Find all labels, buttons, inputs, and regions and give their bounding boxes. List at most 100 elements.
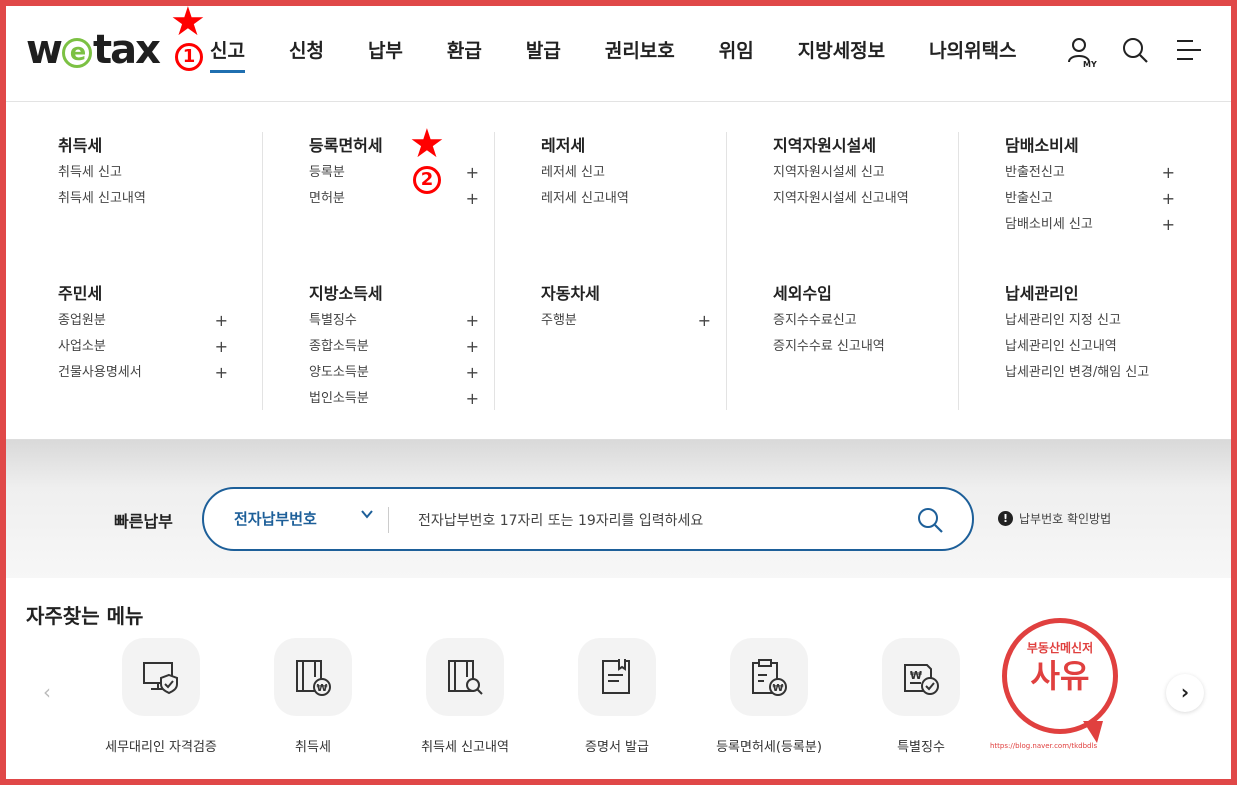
favorite-tile: ₩ xyxy=(274,638,352,716)
menu-item[interactable]: 특별징수 + xyxy=(309,308,479,334)
menu-column-4: 지역자원시설세 지역자원시설세 신고 지역자원시설세 신고내역 세외수입 증지수… xyxy=(726,132,958,410)
document-bookmark-icon xyxy=(602,659,630,694)
favorite-item-special-withholding[interactable]: ₩ 특별징수 xyxy=(846,638,996,755)
expand-plus-icon[interactable]: + xyxy=(698,308,711,334)
alert-icon: ! xyxy=(998,511,1013,526)
search-icon[interactable] xyxy=(916,506,944,534)
menu-column-5: 담배소비세 반출전신고 + 반출신고 + 담배소비세 신고 + 납세관리인 납세관리인… xyxy=(958,132,1190,410)
menu-column-1: 취득세 취득세 신고 취득세 신고내역 주민세 종업원분 + 사업소분 + 건물사용… xyxy=(12,132,244,410)
menu-item[interactable]: 레저세 신고내역 xyxy=(541,186,711,212)
expand-plus-icon[interactable]: + xyxy=(1162,160,1175,186)
svg-text:₩: ₩ xyxy=(316,683,327,694)
stamp-speech-tail xyxy=(1083,721,1103,743)
expand-plus-icon[interactable]: + xyxy=(215,308,228,334)
nav-item-apply[interactable]: 신청 xyxy=(289,36,324,76)
menu-item[interactable]: 납세관리인 변경/해임 신고 xyxy=(1005,360,1175,386)
menu-group-regional-resource-tax: 지역자원시설세 지역자원시설세 신고 지역자원시설세 신고내역 xyxy=(773,132,958,212)
menu-group-acquisition-tax: 취득세 취득세 신고 취득세 신고내역 xyxy=(58,132,244,212)
menu-item[interactable]: 반출전신고 + xyxy=(1005,160,1175,186)
menu-item[interactable]: 증지수수료신고 xyxy=(773,308,943,334)
carousel-prev-button[interactable]: ‹ xyxy=(28,674,66,712)
my-badge: MY xyxy=(1083,60,1097,69)
expand-plus-icon[interactable]: + xyxy=(466,334,479,360)
favorite-item-certificate[interactable]: 증명서 발급 xyxy=(542,638,692,755)
expand-plus-icon[interactable]: + xyxy=(466,160,479,186)
expand-plus-icon[interactable]: + xyxy=(1162,212,1175,238)
menu-group-non-tax-revenue: 세외수입 증지수수료신고 증지수수료 신고내역 xyxy=(773,280,943,360)
stamp-url-text: https://blog.naver.com/tkdbdls xyxy=(990,742,1098,750)
wetax-logo[interactable]: w e tax xyxy=(26,28,161,72)
favorite-item-acquisition-tax[interactable]: ₩ 취득세 xyxy=(238,638,388,755)
menu-item[interactable]: 납세관리인 신고내역 xyxy=(1005,334,1175,360)
favorite-item-registration-tax[interactable]: ₩ 등록면허세(등록분) xyxy=(694,638,844,755)
expand-plus-icon[interactable]: + xyxy=(466,186,479,212)
menu-item[interactable]: 취득세 신고내역 xyxy=(58,186,228,212)
favorite-label: 취득세 신고내역 xyxy=(421,740,509,755)
search-icon[interactable] xyxy=(1121,36,1149,66)
expand-plus-icon[interactable]: + xyxy=(466,386,479,412)
stamp-main-text: 사유 xyxy=(1030,657,1090,695)
menu-item[interactable]: 법인소득분 + xyxy=(309,386,479,412)
expand-plus-icon[interactable]: + xyxy=(466,360,479,386)
menu-column-2: 등록면허세 등록분 + 면허분 + 지방소득세 특별징수 + 종합소득분 + 양도소득분… xyxy=(262,132,494,410)
nav-item-rights[interactable]: 권리보호 xyxy=(605,36,675,76)
menu-group-title: 등록면허세 xyxy=(309,136,383,155)
menu-item[interactable]: 건물사용명세서 + xyxy=(58,360,228,386)
menu-item[interactable]: 반출신고 + xyxy=(1005,186,1175,212)
clipboard-won-icon: ₩ xyxy=(752,659,787,696)
menu-group-registration-license-tax: 등록면허세 등록분 + 면허분 + xyxy=(309,132,494,212)
menu-item[interactable]: 지역자원시설세 신고 xyxy=(773,160,943,186)
menu-group-tobacco-tax: 담배소비세 반출전신고 + 반출신고 + 담배소비세 신고 + xyxy=(1005,132,1190,238)
expand-plus-icon[interactable]: + xyxy=(215,334,228,360)
menu-item[interactable]: 레저세 신고 xyxy=(541,160,711,186)
nav-item-tax-info[interactable]: 지방세정보 xyxy=(798,36,885,76)
envelope-search-icon xyxy=(448,660,483,695)
favorite-tile xyxy=(122,638,200,716)
payment-number-input[interactable]: 전자납부번호 17자리 또는 19자리를 입력하세요 xyxy=(418,510,703,530)
my-page-icon[interactable]: MY xyxy=(1067,36,1097,69)
menu-item[interactable]: 사업소분 + xyxy=(58,334,228,360)
menu-icon[interactable] xyxy=(1175,36,1203,66)
expand-plus-icon[interactable]: + xyxy=(215,360,228,386)
menu-item[interactable]: 종합소득분 + xyxy=(309,334,479,360)
expand-plus-icon[interactable]: + xyxy=(1162,186,1175,212)
menu-group-title: 지역자원시설세 xyxy=(773,136,877,155)
menu-group-tax-agent: 납세관리인 납세관리인 지정 신고 납세관리인 신고내역 납세관리인 변경/해임… xyxy=(1005,280,1175,386)
monitor-shield-icon xyxy=(143,662,178,695)
favorite-tile: ₩ xyxy=(730,638,808,716)
main-nav: 신고 신청 납부 환급 발급 권리보호 위임 지방세정보 나의위택스 xyxy=(210,36,1061,76)
favorite-label: 취득세 xyxy=(295,740,331,755)
menu-group-title: 자동차세 xyxy=(541,284,600,303)
favorite-tile: ₩ xyxy=(882,638,960,716)
annotation-star-1: ★ xyxy=(170,0,206,45)
menu-item[interactable]: 담배소비세 신고 + xyxy=(1005,212,1175,238)
menu-item[interactable]: 취득세 신고 xyxy=(58,160,228,186)
menu-item[interactable]: 주행분 + xyxy=(541,308,711,334)
nav-item-pay[interactable]: 납부 xyxy=(368,36,403,76)
nav-item-report[interactable]: 신고 xyxy=(210,36,245,76)
nav-item-refund[interactable]: 환급 xyxy=(447,36,482,76)
menu-group-title: 납세관리인 xyxy=(1005,284,1079,303)
favorite-item-acquisition-history[interactable]: 취득세 신고내역 xyxy=(390,638,540,755)
chevron-down-icon[interactable] xyxy=(360,507,374,521)
select-divider xyxy=(388,507,389,533)
nav-item-delegate[interactable]: 위임 xyxy=(719,36,754,76)
carousel-next-button[interactable]: › xyxy=(1166,674,1204,712)
favorite-label: 증명서 발급 xyxy=(585,740,649,755)
payment-type-select[interactable]: 전자납부번호 xyxy=(234,508,317,529)
favorite-item-tax-agent-verify[interactable]: 세무대리인 자격검증 xyxy=(86,638,236,755)
document-check-icon: ₩ xyxy=(904,664,939,695)
menu-item[interactable]: 증지수수료 신고내역 xyxy=(773,334,943,360)
menu-item[interactable]: 종업원분 + xyxy=(58,308,228,334)
menu-group-leisure-tax: 레저세 레저세 신고 레저세 신고내역 xyxy=(541,132,726,212)
menu-item[interactable]: 등록분 + xyxy=(309,160,479,186)
menu-item[interactable]: 양도소득분 + xyxy=(309,360,479,386)
menu-item[interactable]: 면허분 + xyxy=(309,186,479,212)
payment-number-help-link[interactable]: ! 납부번호 확인방법 xyxy=(998,510,1111,527)
expand-plus-icon[interactable]: + xyxy=(466,308,479,334)
menu-item[interactable]: 납세관리인 지정 신고 xyxy=(1005,308,1175,334)
nav-item-issue[interactable]: 발급 xyxy=(526,36,561,76)
menu-item[interactable]: 지역자원시설세 신고내역 xyxy=(773,186,943,212)
nav-item-my-wetax[interactable]: 나의위택스 xyxy=(929,36,1016,76)
stamp-top-text: 부동산메신저 xyxy=(1026,641,1094,655)
